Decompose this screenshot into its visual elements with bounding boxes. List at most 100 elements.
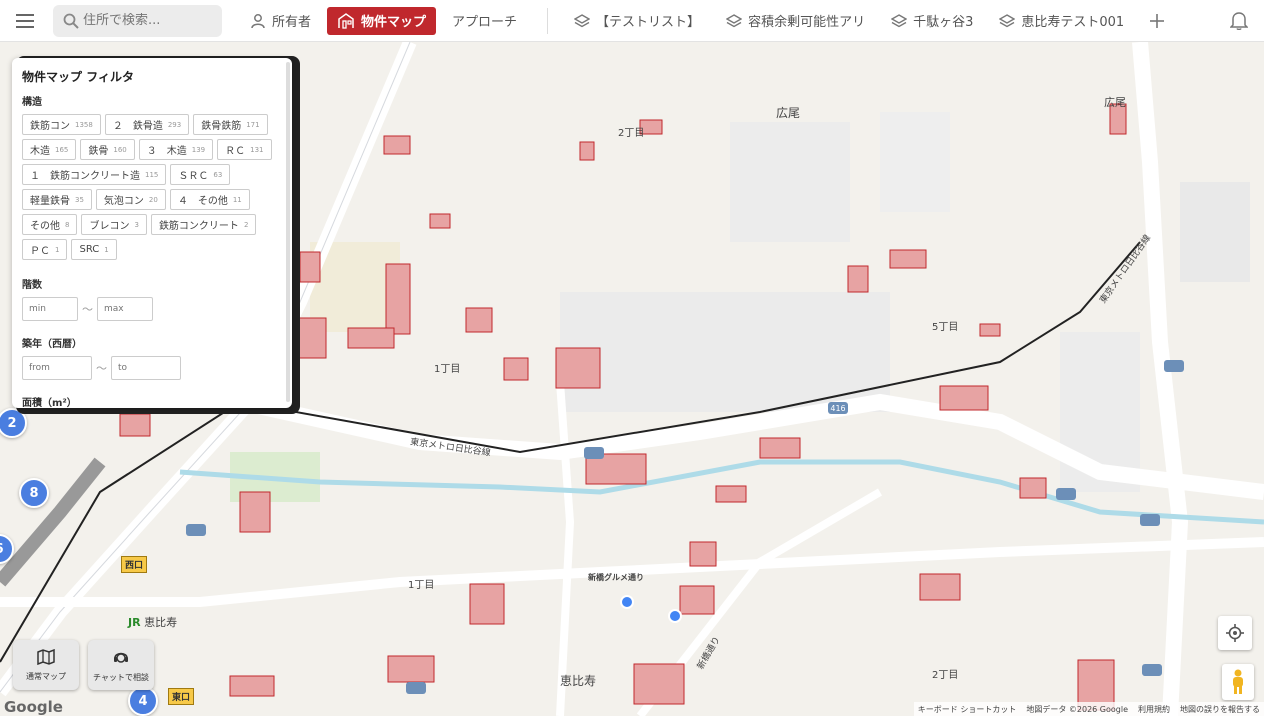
tab-owner-label: 所有者 (272, 15, 312, 30)
street-label-gourmet: 新橋グルメ通り (588, 573, 644, 582)
cluster-marker[interactable]: 8 (19, 478, 49, 508)
floors-min-input[interactable] (22, 297, 78, 321)
chip-label: ２ 鉄骨造 (112, 121, 163, 132)
structure-chips: 鉄筋コン 1358 ２ 鉄骨造 293 鉄骨鉄筋 171 木造 165 鉄骨 160 ３ … (22, 114, 280, 260)
chip-count: 171 (246, 120, 260, 129)
search-box[interactable] (53, 4, 222, 37)
crosshair-icon (1226, 624, 1244, 642)
chip-count: 1 (55, 245, 60, 254)
structure-chip[interactable]: ３ 木造 139 (138, 139, 214, 160)
range-tilde: 〜 (82, 303, 93, 316)
chip-label: SRC (79, 244, 100, 255)
year-range: 〜 (22, 356, 282, 380)
map-attribution: キーボード ショートカット 地図データ ©2026 Google 利用規約 地図… (913, 702, 1264, 716)
layer-ebisu-test[interactable]: 恵比寿テスト001 (989, 7, 1134, 35)
chip-count: 160 (113, 145, 127, 154)
layer-volume-surplus[interactable]: 容積余剰可能性アリ (716, 7, 875, 35)
structure-chip[interactable]: ＰＣ 1 (22, 239, 68, 260)
jr-logo: JR (128, 616, 141, 629)
street-view-pegman-icon[interactable] (1222, 664, 1254, 700)
station-label-hiroo: 広尾 (1104, 96, 1126, 109)
structure-chip[interactable]: 気泡コン 20 (95, 189, 166, 210)
add-layer-button[interactable] (1140, 7, 1180, 35)
structure-label: 構造 (22, 97, 42, 108)
tab-owner[interactable]: 所有者 (240, 7, 321, 35)
chip-count: 115 (145, 170, 159, 179)
ebisu-station-name: 恵比寿 (144, 616, 178, 629)
filter-title: 物件マップ フィルタ (22, 70, 134, 84)
year-to-input[interactable] (111, 356, 181, 380)
layer-ebisu-test-label: 恵比寿テスト001 (1021, 15, 1125, 30)
top-bar: 所有者 物件マップ アプローチ 【テストリスト】 容積余剰可能性アリ 千駄ヶ谷3… (0, 0, 1264, 42)
structure-chip[interactable]: SRC 1 (71, 239, 117, 260)
chip-count: 165 (55, 145, 69, 154)
chome-label-1b: 1丁目 (408, 580, 435, 591)
layer-sendagaya3-label: 千駄ヶ谷3 (913, 15, 974, 30)
google-logo: Google (4, 698, 63, 716)
structure-chip[interactable]: ＳＲＣ 63 (170, 164, 231, 185)
bell-icon[interactable] (1229, 10, 1249, 34)
structure-chip[interactable]: 鉄骨鉄筋 171 (193, 114, 268, 135)
chip-count: 3 (134, 220, 139, 229)
chat-consult-button[interactable]: チャットで相談 (88, 640, 154, 690)
layer-test-list-label: 【テストリスト】 (596, 15, 701, 30)
structure-chip[interactable]: その他 8 (22, 214, 78, 235)
range-tilde: 〜 (96, 362, 107, 375)
area-label-ebisu: 恵比寿 (560, 674, 597, 688)
floors-max-input[interactable] (97, 297, 153, 321)
structure-chip[interactable]: 木造 165 (22, 139, 77, 160)
chip-count: 131 (250, 145, 264, 154)
filter-scrollbar[interactable] (286, 62, 290, 402)
hamburger-menu-icon[interactable] (0, 0, 50, 42)
layer-test-list[interactable]: 【テストリスト】 (564, 7, 710, 35)
chip-count: 8 (65, 220, 70, 229)
chip-label: 鉄骨 (88, 146, 109, 157)
tab-property-map[interactable]: 物件マップ (327, 6, 437, 35)
tab-approach[interactable]: アプローチ (442, 7, 527, 35)
structure-chip[interactable]: ブレコン 3 (81, 214, 147, 235)
chip-label: ＰＣ (30, 246, 50, 257)
chat-consult-label: チャットで相談 (93, 672, 149, 682)
structure-chip[interactable]: 鉄骨 160 (80, 139, 135, 160)
chip-count: 1358 (75, 120, 93, 129)
layers-icon (726, 13, 743, 27)
terms-link[interactable]: 利用規約 (1138, 704, 1170, 714)
chome-label-2b: 2丁目 (932, 670, 959, 681)
search-input[interactable] (83, 13, 213, 28)
map-data-text: 地図データ ©2026 Google (1026, 705, 1128, 714)
floors-label: 階数 (22, 280, 42, 291)
normal-map-button[interactable]: 通常マップ (13, 640, 79, 690)
cluster-marker[interactable]: 4 (128, 686, 158, 716)
structure-chip[interactable]: ２ 鉄骨造 293 (104, 114, 190, 135)
year-from-input[interactable] (22, 356, 92, 380)
filter-panel: 物件マップ フィルタ 構造 鉄筋コン 1358 ２ 鉄骨造 293 鉄骨鉄筋 171 … (12, 58, 292, 408)
structure-chip[interactable]: 鉄筋コン 1358 (22, 114, 101, 135)
chip-label: 鉄筋コン (30, 121, 70, 132)
toolbar-divider (547, 7, 549, 34)
my-location-button[interactable] (1218, 616, 1252, 650)
structure-chip[interactable]: ４ その他 11 (169, 189, 250, 210)
person-icon (251, 13, 265, 28)
chome-label-2: 2丁目 (618, 128, 645, 139)
exit-label-west: 西口 (121, 556, 148, 573)
map-icon (37, 648, 55, 665)
chip-label: 鉄骨鉄筋 (201, 121, 242, 132)
station-label-ebisu: JR 恵比寿 (128, 614, 177, 630)
report-error-link[interactable]: 地図の誤りを報告する (1180, 704, 1260, 714)
layers-icon (891, 13, 908, 27)
structure-chip[interactable]: 軽量鉄骨 35 (22, 189, 92, 210)
tab-approach-label: アプローチ (452, 15, 518, 30)
chip-count: 293 (167, 120, 182, 129)
layers-icon (574, 13, 591, 27)
plus-icon (1150, 13, 1165, 28)
chip-label: 気泡コン (103, 196, 144, 207)
tab-property-map-label: 物件マップ (361, 15, 427, 30)
keyboard-shortcuts-link[interactable]: キーボード ショートカット (918, 704, 1017, 714)
support-agent-icon (114, 652, 128, 663)
structure-chip[interactable]: １ 鉄筋コンクリート造 115 (22, 164, 167, 185)
structure-chip[interactable]: 鉄筋コンクリート 2 (150, 214, 257, 235)
chome-label-5: 5丁目 (932, 322, 959, 333)
year-label: 築年（西暦） (22, 339, 82, 350)
structure-chip[interactable]: ＲＣ 131 (217, 139, 272, 160)
layer-sendagaya3[interactable]: 千駄ヶ谷3 (881, 7, 983, 35)
